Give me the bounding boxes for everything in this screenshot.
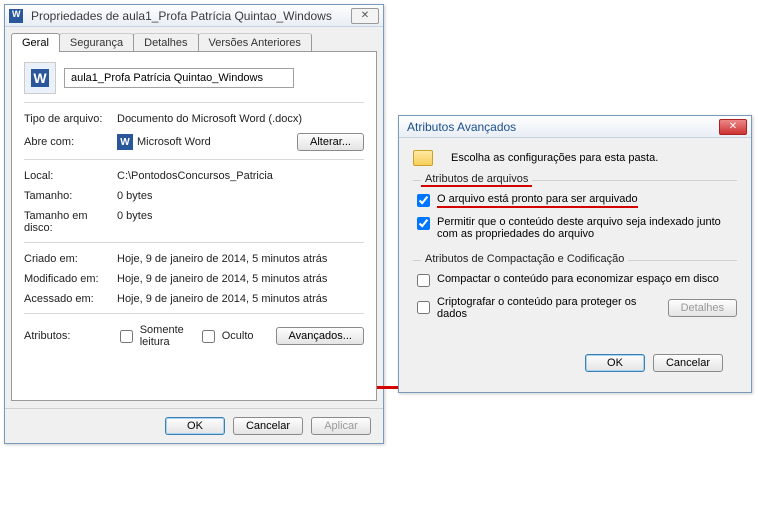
advanced-attributes-window: Atributos Avançados ✕ Escolha as configu… <box>398 115 752 393</box>
label-tamanho-disco: Tamanho em disco: <box>24 210 109 234</box>
check-somente-leitura[interactable]: Somente leitura <box>116 324 184 348</box>
value-modificado: Hoje, 9 de janeiro de 2014, 5 minutos at… <box>117 273 364 285</box>
check-indexar[interactable] <box>417 217 430 230</box>
value-tamanho: 0 bytes <box>117 190 364 202</box>
check-oculto[interactable]: Oculto <box>198 327 254 346</box>
advanced-close-button[interactable]: ✕ <box>719 119 747 135</box>
aplicar-button[interactable]: Aplicar <box>311 417 371 435</box>
group-arquivos: Atributos de arquivos O arquivo está pro… <box>413 180 737 250</box>
advanced-titlebar: Atributos Avançados ✕ <box>399 116 751 138</box>
file-name-input[interactable]: aula1_Profa Patrícia Quintao_Windows <box>64 68 294 88</box>
label-local: Local: <box>24 170 109 182</box>
check-arquivar[interactable] <box>417 194 430 207</box>
advanced-window-title: Atributos Avançados <box>403 120 719 134</box>
tab-strip: Geral Segurança Detalhes Versões Anterio… <box>5 27 383 52</box>
label-compactar: Compactar o conteúdo para economizar esp… <box>437 273 719 285</box>
properties-window: Propriedades de aula1_Profa Patrícia Qui… <box>4 4 384 444</box>
alterar-button[interactable]: Alterar... <box>297 133 364 151</box>
value-acessado: Hoje, 9 de janeiro de 2014, 5 minutos at… <box>117 293 364 305</box>
properties-footer: OK Cancelar Aplicar <box>5 408 383 443</box>
word-app-icon: W <box>117 134 133 150</box>
detalhes-button[interactable]: Detalhes <box>668 299 737 317</box>
window-title: Propriedades de aula1_Profa Patrícia Qui… <box>27 9 351 23</box>
check-oculto-box[interactable] <box>202 330 215 343</box>
tab-geral-body: W aula1_Profa Patrícia Quintao_Windows T… <box>11 51 377 401</box>
label-arquivar: O arquivo está pronto para ser arquivado <box>437 193 638 208</box>
label-tamanho: Tamanho: <box>24 190 109 202</box>
value-tamanho-disco: 0 bytes <box>117 210 364 222</box>
check-somente-leitura-box[interactable] <box>120 330 133 343</box>
label-indexar: Permitir que o conteúdo deste arquivo se… <box>437 216 737 240</box>
word-document-icon <box>9 9 23 23</box>
label-atributos: Atributos: <box>24 330 108 342</box>
label-acessado: Acessado em: <box>24 293 109 305</box>
tab-detalhes[interactable]: Detalhes <box>133 33 198 52</box>
advanced-body: Escolha as configurações para esta pasta… <box>399 138 751 392</box>
legend-arquivos: Atributos de arquivos <box>421 173 532 187</box>
check-criptografar[interactable] <box>417 301 430 314</box>
value-local: C:\PontodosConcursos_Patricia <box>117 170 364 182</box>
ok-button[interactable]: OK <box>165 417 225 435</box>
value-tipo: Documento do Microsoft Word (.docx) <box>117 113 364 125</box>
label-criptografar: Criptografar o conteúdo para proteger os… <box>437 296 658 320</box>
file-type-icon: W <box>24 62 56 94</box>
value-abre: Microsoft Word <box>137 136 211 148</box>
advanced-intro-text: Escolha as configurações para esta pasta… <box>451 152 658 164</box>
check-compactar[interactable] <box>417 274 430 287</box>
avancados-button[interactable]: Avançados... <box>276 327 364 345</box>
advanced-ok-button[interactable]: OK <box>585 354 645 372</box>
label-criado: Criado em: <box>24 253 109 265</box>
tab-seguranca[interactable]: Segurança <box>59 33 134 52</box>
label-modificado: Modificado em: <box>24 273 109 285</box>
tab-geral[interactable]: Geral <box>11 33 60 52</box>
label-abre: Abre com: <box>24 136 109 148</box>
legend-compactacao: Atributos de Compactação e Codificação <box>421 253 628 265</box>
folder-icon <box>413 150 433 166</box>
value-criado: Hoje, 9 de janeiro de 2014, 5 minutos at… <box>117 253 364 265</box>
cancelar-button[interactable]: Cancelar <box>233 417 303 435</box>
tab-versoes-anteriores[interactable]: Versões Anteriores <box>198 33 312 52</box>
properties-titlebar: Propriedades de aula1_Profa Patrícia Qui… <box>5 5 383 27</box>
advanced-footer: OK Cancelar <box>413 340 737 382</box>
advanced-cancelar-button[interactable]: Cancelar <box>653 354 723 372</box>
group-compactacao: Atributos de Compactação e Codificação C… <box>413 260 737 330</box>
close-button[interactable]: ✕ <box>351 8 379 24</box>
label-tipo: Tipo de arquivo: <box>24 113 109 125</box>
